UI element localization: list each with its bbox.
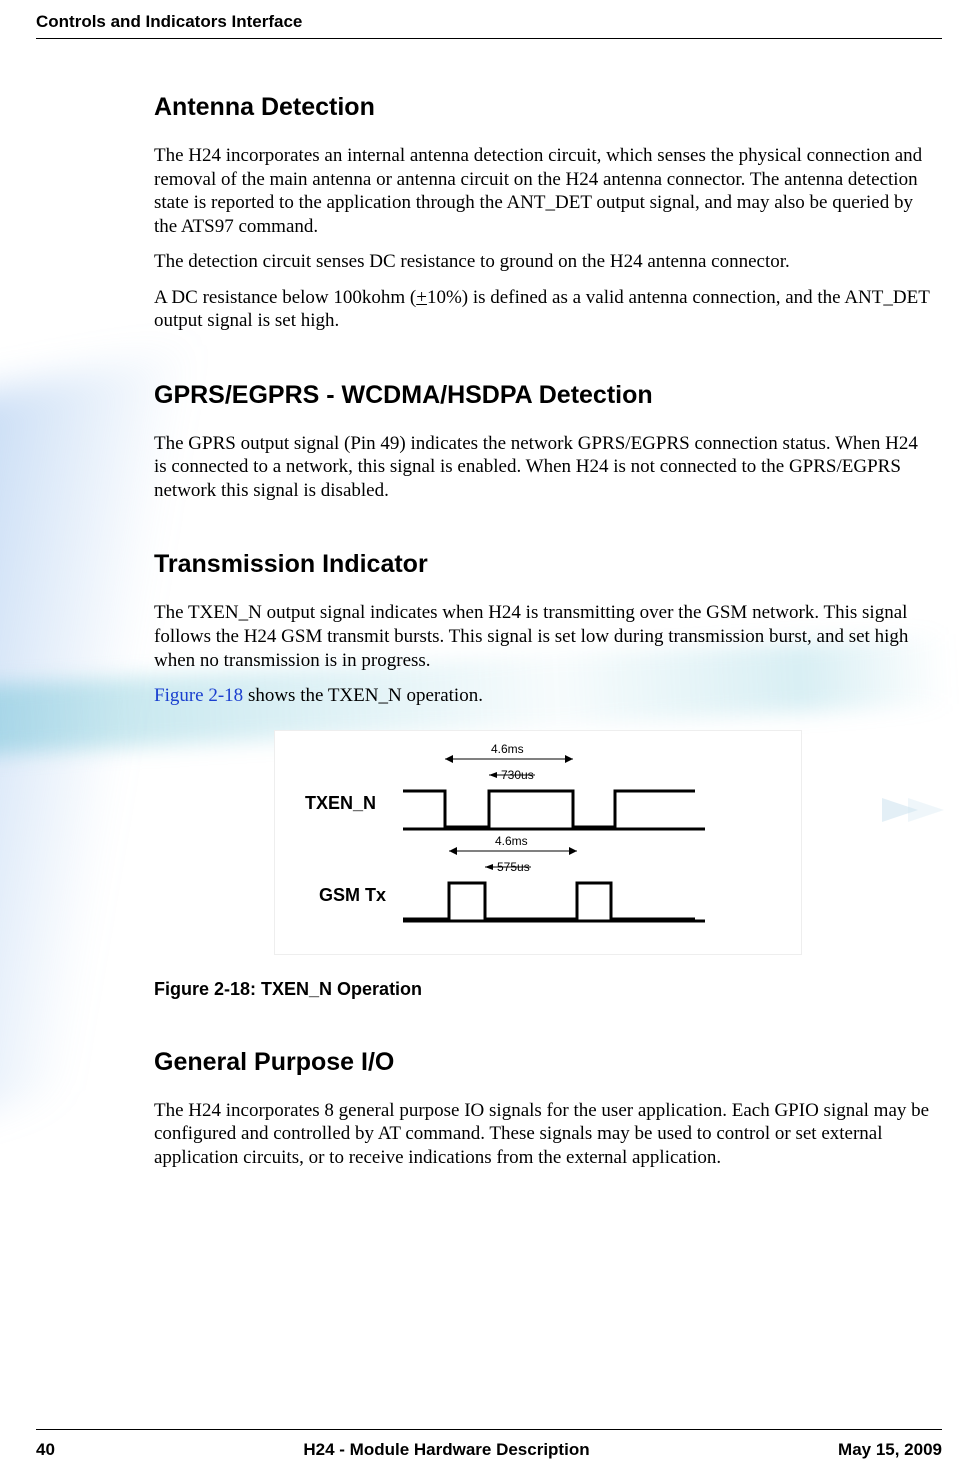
heading-gprs-detection: GPRS/EGPRS - WCDMA/HSDPA Detection (154, 381, 934, 410)
paragraph: A DC resistance below 100kohm (+10%) is … (154, 286, 934, 333)
underlined-text: + (416, 287, 427, 308)
footer-rule (36, 1429, 942, 1430)
heading-gpio: General Purpose I/O (154, 1048, 934, 1077)
figure-dim-top-ms: 4.6ms (491, 742, 524, 756)
figure-dim-top-us: 730us (501, 768, 534, 782)
figure-label-txen: TXEN_N (305, 793, 376, 813)
paragraph: Figure 2-18 shows the TXEN_N operation. (154, 684, 934, 708)
running-header: Controls and Indicators Interface (36, 12, 942, 32)
figure-label-gsmtx: GSM Tx (319, 885, 386, 905)
text: shows the TXEN_N operation. (243, 685, 483, 706)
heading-transmission-indicator: Transmission Indicator (154, 550, 934, 579)
figure-txen-operation: TXEN_N GSM Tx 4.6ms 730us 4.6 (274, 730, 802, 955)
paragraph: The GPRS output signal (Pin 49) indicate… (154, 432, 934, 503)
text: A DC resistance below 100kohm ( (154, 287, 416, 308)
paragraph: The H24 incorporates 8 general purpose I… (154, 1099, 934, 1170)
figure-dim-bot-ms: 4.6ms (495, 834, 528, 848)
content-area: Antenna Detection The H24 incorporates a… (36, 93, 942, 1169)
paragraph: The detection circuit senses DC resistan… (154, 250, 934, 274)
paragraph: The H24 incorporates an internal antenna… (154, 144, 934, 238)
page-footer: 40 H24 - Module Hardware Description May… (36, 1429, 942, 1460)
page-number: 40 (36, 1440, 55, 1460)
figure-caption: Figure 2-18: TXEN_N Operation (154, 979, 934, 1000)
cross-reference-link[interactable]: Figure 2-18 (154, 685, 243, 706)
figure-dim-bot-us: 575us (497, 860, 530, 874)
page-container: Controls and Indicators Interface Antenn… (0, 0, 978, 1169)
paragraph: The TXEN_N output signal indicates when … (154, 601, 934, 672)
doc-date: May 15, 2009 (838, 1440, 942, 1460)
heading-antenna-detection: Antenna Detection (154, 93, 934, 122)
header-rule (36, 38, 942, 39)
doc-title: H24 - Module Hardware Description (303, 1440, 589, 1460)
